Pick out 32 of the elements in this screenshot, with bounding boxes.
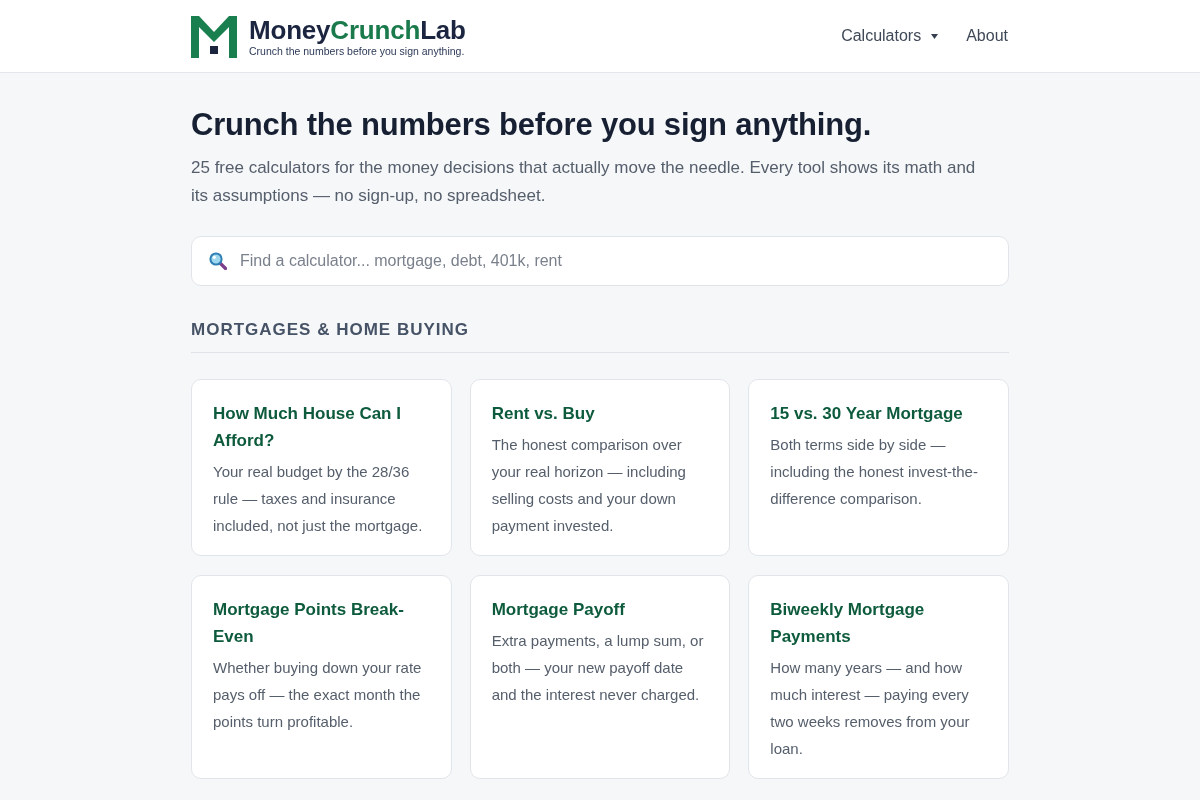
calculator-card[interactable]: Mortgage Points Break-Even Whether buying down your rate pays off — the exact month the points turn profitable. [191,575,452,779]
brand-name-part: Money [249,17,331,44]
brand-name-part: Lab [420,17,466,44]
calculator-card[interactable]: Mortgage Payoff Extra payments, a lump sum, or both — your new payoff date and the interest never charged. [469,575,731,779]
nav-link[interactable]: About [966,24,1008,48]
card-title: Rent vs. Buy [491,403,596,425]
card-description: Both terms side by side — including the honest invest-the-difference comparison. [770,435,979,509]
section-heading: MORTGAGES & HOME BUYING [191,319,470,341]
card-description: Extra payments, a lump sum, or both — your new payoff date and the interest never charged. [491,631,705,705]
calculator-card[interactable]: Rent vs. Buy The honest comparison over your real horizon — including selling costs and your down payment invested. [469,379,731,556]
logo-icon [191,16,237,58]
card-title: Mortgage Payoff [491,599,626,621]
card-description: The honest comparison over your real horizon — including selling costs and your down payment invested. [491,435,687,536]
card-title: How Much House Can I Afford? [213,403,402,452]
card-title: Biweekly Mortgage Payments [770,599,926,648]
page-intro: 25 free calculators for the money decisions that actually move the needle. Every tool shows its math and its assumptions — no sign-up, no spreadsheet. [191,157,976,207]
caret-icon [931,33,939,39]
calculator-card[interactable]: 15 vs. 30 Year Mortgage Both terms side by side — including the honest invest-the-difference comparison. [748,379,1009,556]
calculator-card[interactable]: How Much House Can I Afford? Your real budget by the 28/36 rule — taxes and insurance included, not just the mortgage. [191,379,452,556]
search-field[interactable]: Find a calculator... mortgage, debt, 401k, rent [191,236,1009,286]
nav-dropdown[interactable]: Calculators [841,24,939,48]
card-description: How many years — and how much interest — paying every two weeks removes from your loan. [770,658,971,759]
card-title: Mortgage Points Break-Even [213,599,405,648]
site-logo[interactable]: MoneyCrunchLab Crunch the numbers before you sign anything. [191,14,466,58]
page-title: Crunch the numbers before you sign anything. [191,106,873,144]
calculator-card[interactable]: Biweekly Mortgage Payments How many years — and how much interest — paying every two weeks removes from your loan. [748,575,1009,779]
card-description: Whether buying down your rate pays off — the exact month the points turn profitable. [213,658,423,732]
search-icon [209,252,227,270]
card-description: Your real budget by the 28/36 rule — taxes and insurance included, not just the mortgage. [213,462,424,536]
brand-tagline: Crunch the numbers before you sign anything. [249,45,466,57]
brand-name-part: Crunch [330,17,421,44]
card-title: 15 vs. 30 Year Mortgage [770,403,964,425]
